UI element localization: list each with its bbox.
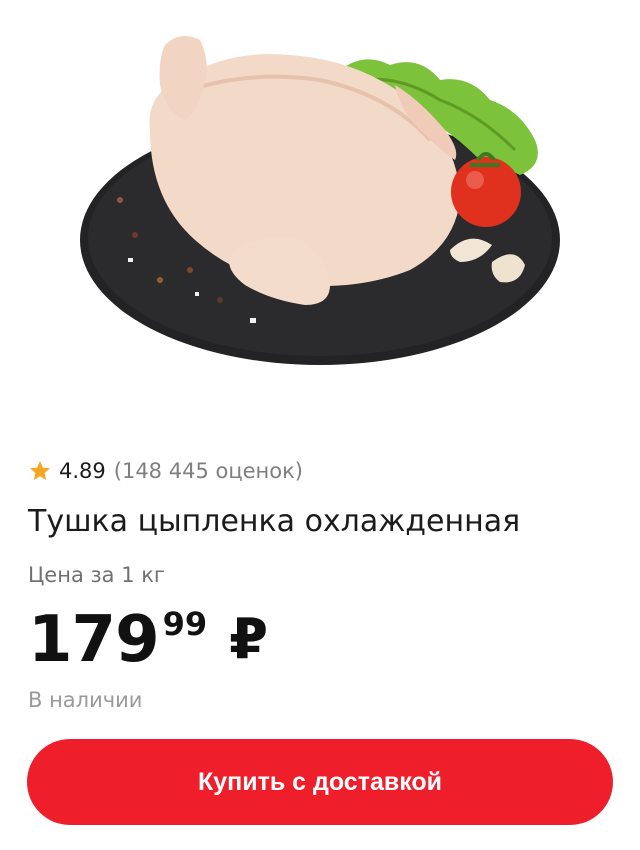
buy-with-delivery-button[interactable]: Купить с доставкой <box>27 739 613 825</box>
price-integer: 179 <box>28 603 160 677</box>
availability-status: В наличии <box>28 688 143 712</box>
chicken-illustration <box>80 36 560 365</box>
rating-count[interactable]: (148 445 оценок) <box>114 459 303 483</box>
rating-value: 4.89 <box>59 459 106 483</box>
product-image <box>0 0 640 400</box>
currency-symbol: ₽ <box>229 607 269 672</box>
rating: 4.89 (148 445 оценок) <box>28 455 303 487</box>
price-fraction: 99 <box>162 605 208 643</box>
product-title: Тушка цыпленка охлажденная <box>28 504 521 539</box>
star-icon <box>28 459 52 483</box>
unit-price-label: Цена за 1 кг <box>28 563 165 587</box>
price: 179 99 ₽ <box>28 600 268 680</box>
